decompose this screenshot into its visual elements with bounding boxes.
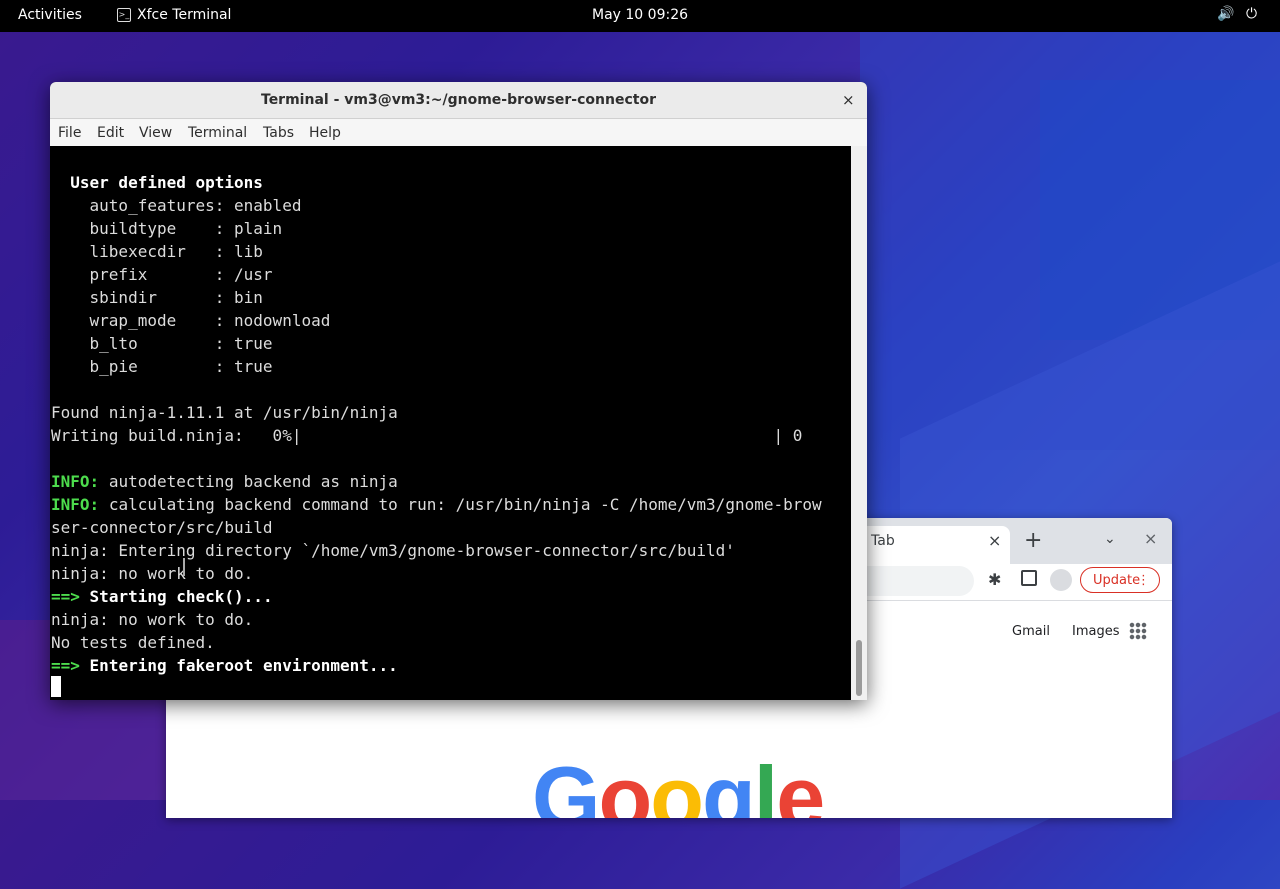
scrollbar-thumb[interactable] xyxy=(856,640,862,696)
terminal-line: auto_features: enabled xyxy=(51,196,302,215)
menu-help[interactable]: Help xyxy=(309,125,341,141)
more-icon: ⋮ xyxy=(1137,573,1150,588)
menu-tabs[interactable]: Tabs xyxy=(263,125,294,141)
update-label: Update xyxy=(1093,573,1141,588)
terminal-line: wrap_mode : nodownload xyxy=(51,311,331,330)
terminal-line: b_lto : true xyxy=(51,334,273,353)
terminal-icon: >_ xyxy=(117,8,131,22)
extensions-icon[interactable]: ✱ xyxy=(988,570,1001,589)
terminal-line: ==> Starting check()... xyxy=(51,585,273,608)
line-text: Entering fakeroot environment... xyxy=(89,656,398,675)
logo-letter: G xyxy=(532,748,600,818)
google-logo: Google xyxy=(532,748,825,818)
terminal-line: b_pie : true xyxy=(51,357,273,376)
browser-tab-label[interactable]: Tab xyxy=(871,533,895,549)
terminal-line: ==> Entering fakeroot environment... xyxy=(51,654,398,677)
line-text: Starting check()... xyxy=(89,587,273,606)
profile-avatar-icon[interactable] xyxy=(1050,569,1072,591)
terminal-line: INFO: calculating backend command to run… xyxy=(51,493,822,516)
volume-icon[interactable]: 🔊 xyxy=(1217,6,1234,22)
top-bar: Activities >_ Xfce Terminal May 10 09:26… xyxy=(0,0,1280,32)
tab-close-icon[interactable]: × xyxy=(988,531,1001,550)
logo-letter: g xyxy=(701,748,756,818)
text-cursor xyxy=(51,676,61,697)
update-button[interactable]: Update ⋮ xyxy=(1080,567,1160,593)
menu-bar: File Edit View Terminal Tabs Help xyxy=(50,119,867,146)
logo-letter: o xyxy=(598,748,652,818)
logo-letter: o xyxy=(650,748,704,818)
scrollbar[interactable] xyxy=(851,146,867,700)
terminal-line: Found ninja-1.11.1 at /usr/bin/ninja xyxy=(51,403,398,422)
new-tab-icon[interactable]: + xyxy=(1024,528,1042,553)
terminal-output[interactable]: User defined options auto_features: enab… xyxy=(50,146,851,700)
arrow-label: ==> xyxy=(51,587,80,606)
terminal-line: ninja: no work to do. xyxy=(51,610,254,629)
chevron-down-icon[interactable]: ⌄ xyxy=(1104,531,1116,547)
menu-terminal[interactable]: Terminal xyxy=(188,125,247,141)
terminal-titlebar[interactable]: Terminal - vm3@vm3:~/gnome-browser-conne… xyxy=(50,82,867,119)
mouse-ibeam-icon xyxy=(183,558,185,576)
line-text: autodetecting backend as ninja xyxy=(108,472,398,491)
terminal-line: sbindir : bin xyxy=(51,288,263,307)
terminal-line: No tests defined. xyxy=(51,633,215,652)
info-label: INFO: xyxy=(51,472,100,491)
info-label: INFO: xyxy=(51,495,100,514)
window-close-icon[interactable]: × xyxy=(1144,529,1157,548)
apps-grid-icon[interactable] xyxy=(1129,622,1147,640)
terminal-line: libexecdir : lib xyxy=(51,242,263,261)
side-panel-icon[interactable] xyxy=(1021,570,1037,586)
menu-file[interactable]: File xyxy=(58,125,81,141)
terminal-line: User defined options xyxy=(51,173,263,192)
terminal-line: ser-connector/src/build xyxy=(51,518,273,537)
terminal-line: Writing build.ninja: 0%| | 0 xyxy=(51,426,803,445)
window-title: Terminal - vm3@vm3:~/gnome-browser-conne… xyxy=(261,92,656,108)
terminal-line: buildtype : plain xyxy=(51,219,283,238)
terminal-line: ninja: Entering directory `/home/vm3/gno… xyxy=(51,541,735,560)
app-menu-button[interactable]: >_ Xfce Terminal xyxy=(117,7,231,23)
menu-edit[interactable]: Edit xyxy=(97,125,124,141)
power-icon[interactable]: ⏻ xyxy=(1246,6,1257,22)
logo-letter: l xyxy=(753,748,778,818)
line-text: calculating backend command to run: /usr… xyxy=(108,495,822,514)
terminal-window: Terminal - vm3@vm3:~/gnome-browser-conne… xyxy=(50,82,867,700)
app-name: Xfce Terminal xyxy=(137,7,232,23)
clock[interactable]: May 10 09:26 xyxy=(592,7,688,23)
images-link[interactable]: Images xyxy=(1072,624,1120,639)
activities-button[interactable]: Activities xyxy=(18,7,82,23)
terminal-line: prefix : /usr xyxy=(51,265,273,284)
arrow-label: ==> xyxy=(51,656,80,675)
close-icon[interactable]: × xyxy=(842,91,855,109)
gmail-link[interactable]: Gmail xyxy=(1012,624,1050,639)
logo-letter: e xyxy=(776,748,825,818)
terminal-line: ninja: no work to do. xyxy=(51,564,254,583)
terminal-line: INFO: autodetecting backend as ninja xyxy=(51,470,398,493)
menu-view[interactable]: View xyxy=(139,125,172,141)
